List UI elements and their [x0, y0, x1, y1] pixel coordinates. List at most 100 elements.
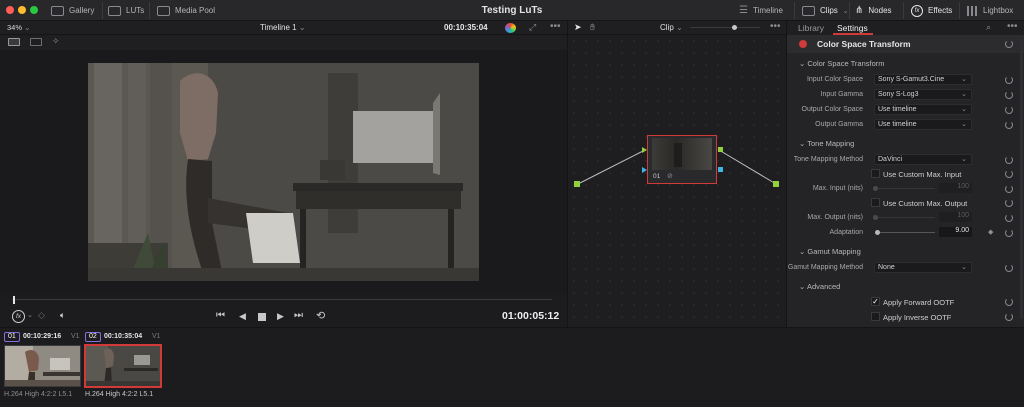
speaker-icon[interactable]: 🔈︎ — [60, 310, 65, 321]
tab-library[interactable]: Library — [798, 23, 824, 33]
max-output-field[interactable]: 100 — [939, 212, 972, 222]
clips-timeline: 01 00:10:29:16 V1 H.264 High 4:2:2 L5.1 … — [0, 327, 1024, 407]
tab-settings[interactable]: Settings — [837, 23, 868, 33]
reset-icon[interactable] — [1005, 170, 1013, 178]
maximize-window-button[interactable] — [30, 6, 38, 14]
max-input-field[interactable]: 100 — [939, 183, 972, 193]
gamut-mapping-method-dropdown[interactable]: None ⌄ — [874, 262, 972, 273]
play-reverse-icon[interactable]: ◀ — [239, 311, 246, 322]
single-view-icon[interactable] — [8, 38, 20, 46]
slider-handle[interactable] — [873, 186, 878, 191]
clip-codec: H.264 High 4:2:2 L5.1 — [85, 391, 154, 398]
reset-icon[interactable] — [1005, 298, 1013, 306]
dropdown-value: Use timeline — [878, 106, 917, 113]
max-output-slider[interactable] — [875, 217, 935, 218]
effect-enable-toggle[interactable] — [799, 40, 807, 48]
close-window-button[interactable] — [6, 6, 14, 14]
layers-icon[interactable]: ◇ — [38, 310, 45, 321]
clip-track: V1 — [152, 333, 161, 340]
section-advanced[interactable]: ⌄ Advanced — [799, 282, 840, 291]
reset-icon[interactable] — [1005, 76, 1013, 84]
nodes-button[interactable]: ⋔ Nodes — [855, 0, 892, 21]
more-options-icon[interactable]: ••• — [550, 21, 561, 32]
output-port[interactable] — [773, 181, 779, 187]
clip-thumbnail-01[interactable] — [4, 345, 81, 387]
slider-handle[interactable] — [875, 230, 880, 235]
output-color-space-dropdown[interactable]: Use timeline ⌄ — [874, 104, 972, 115]
reset-icon[interactable] — [1005, 199, 1013, 207]
play-icon[interactable]: ▶ — [277, 311, 284, 322]
sparkle-icon[interactable]: ✧ — [52, 36, 60, 47]
section-label: Tone Mapping — [807, 139, 855, 148]
timeline-button[interactable]: ☰ Timeline — [739, 0, 783, 21]
media-pool-button[interactable]: Media Pool — [157, 0, 215, 21]
skip-to-start-icon[interactable]: ⏮︎ — [216, 310, 225, 321]
reset-icon[interactable] — [1005, 185, 1013, 193]
zoom-selector[interactable]: 34% ⌄ — [7, 23, 30, 32]
scrubber-track[interactable] — [12, 299, 552, 300]
use-custom-max-output-checkbox[interactable] — [871, 198, 880, 207]
split-view-icon[interactable] — [30, 38, 42, 46]
divider — [903, 2, 904, 19]
zoom-slider-handle[interactable] — [732, 25, 737, 30]
fullscreen-icon[interactable]: ⤢ — [529, 22, 536, 33]
node-mode-selector[interactable]: Clip ⌄ — [660, 23, 683, 32]
node-graph[interactable]: 01 ⊘ — [567, 35, 786, 327]
input-gamma-dropdown[interactable]: Sony S-Log3 ⌄ — [874, 89, 972, 100]
playhead[interactable] — [13, 296, 15, 304]
node-editor-header: ➤ ✋︎ Clip ⌄ ••• — [567, 21, 786, 35]
skip-to-end-icon[interactable]: ⏭︎ — [294, 310, 303, 321]
hand-tool-icon[interactable]: ✋︎ — [590, 22, 595, 33]
clips-button[interactable]: Clips ⌄ — [802, 0, 849, 21]
reset-icon[interactable] — [1005, 106, 1013, 114]
reset-icon[interactable] — [1005, 121, 1013, 129]
clip-thumbnail-02[interactable] — [84, 344, 162, 388]
section-gamut-mapping[interactable]: ⌄ Gamut Mapping — [799, 247, 861, 256]
timeline-selector[interactable]: Timeline 1 ⌄ — [260, 23, 306, 32]
scrubber-bar[interactable] — [0, 293, 567, 306]
reset-icon[interactable] — [1005, 214, 1013, 222]
effects-button[interactable]: fx Effects — [911, 0, 952, 21]
minimize-window-button[interactable] — [18, 6, 26, 14]
node-01[interactable]: 01 ⊘ — [647, 135, 717, 184]
stop-icon[interactable] — [258, 313, 266, 321]
reset-icon[interactable] — [1005, 91, 1013, 99]
viewer-header: 34% ⌄ Timeline 1 ⌄ 00:10:35:04 ⤢ ••• — [0, 21, 567, 35]
apply-forward-ootf-checkbox[interactable]: ✓ — [871, 297, 880, 306]
chevron-down-icon: ⌄ — [799, 282, 807, 291]
section-color-space-transform[interactable]: ⌄ Color Space Transform — [799, 59, 885, 68]
use-custom-max-input-checkbox[interactable] — [871, 169, 880, 178]
settings-panel: Color Space Transform ⌄ Color Space Tran… — [786, 35, 1024, 327]
node-mode-label: Clip — [660, 23, 674, 32]
reset-icon[interactable] — [1005, 156, 1013, 164]
reset-icon[interactable] — [1005, 264, 1013, 272]
reset-icon[interactable] — [1005, 313, 1013, 321]
reset-icon[interactable] — [1005, 229, 1013, 237]
loop-icon[interactable]: ⟲ — [316, 309, 325, 322]
zoom-slider[interactable] — [690, 27, 760, 28]
source-input-port[interactable] — [574, 181, 580, 187]
section-tone-mapping[interactable]: ⌄ Tone Mapping — [799, 139, 854, 148]
pointer-tool-icon[interactable]: ➤ — [574, 22, 582, 33]
max-input-slider[interactable] — [875, 188, 935, 189]
more-options-icon[interactable]: ••• — [1007, 21, 1018, 32]
adaptation-slider[interactable] — [875, 232, 935, 233]
output-gamma-dropdown[interactable]: Use timeline ⌄ — [874, 119, 972, 130]
search-icon[interactable]: ⌕ — [986, 22, 991, 33]
more-options-icon[interactable]: ••• — [770, 21, 781, 32]
fx-bypass-icon[interactable]: fx — [12, 310, 25, 323]
color-picker-icon[interactable] — [505, 23, 516, 33]
adaptation-field[interactable]: 9.00 — [939, 227, 972, 237]
divider — [794, 2, 795, 19]
slider-handle[interactable] — [873, 215, 878, 220]
chevron-down-icon[interactable]: ⌄ — [27, 311, 33, 319]
tone-mapping-method-dropdown[interactable]: DaVinci ⌄ — [874, 154, 972, 165]
apply-inverse-ootf-checkbox[interactable] — [871, 312, 880, 321]
reset-icon[interactable] — [1005, 40, 1013, 48]
lightbox-button[interactable]: Lightbox — [967, 0, 1013, 21]
keyframe-icon[interactable]: ◆ — [988, 228, 993, 236]
gallery-button[interactable]: Gallery — [51, 0, 94, 21]
panel-scrollbar[interactable] — [1020, 39, 1023, 319]
input-color-space-dropdown[interactable]: Sony S-Gamut3.Cine ⌄ — [874, 74, 972, 85]
luts-button[interactable]: LUTs — [108, 0, 144, 21]
